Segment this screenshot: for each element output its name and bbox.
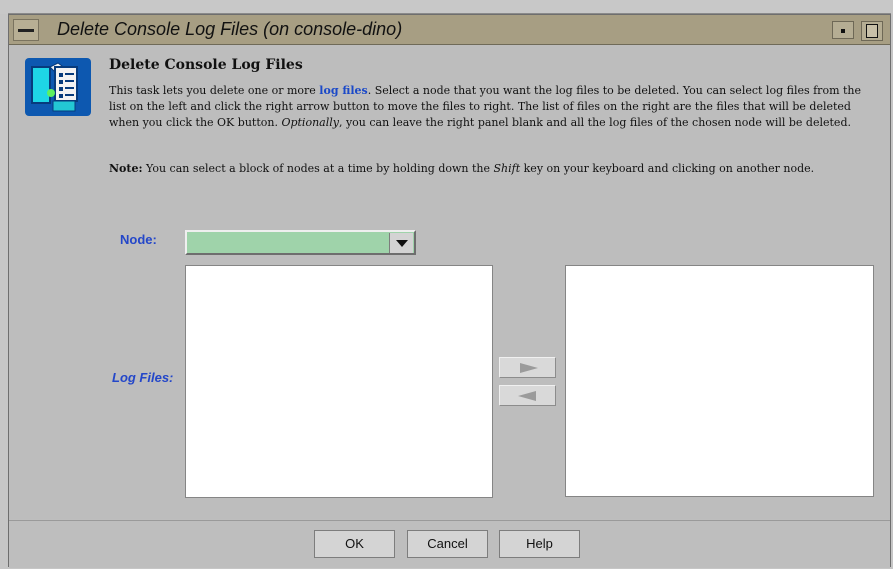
log-files-label: Log Files: [112, 370, 174, 385]
task-description: This task lets you delete one or more lo… [109, 83, 874, 131]
note-label: Note: [109, 162, 143, 175]
note-text: Note: You can select a block of nodes at… [109, 162, 889, 175]
cancel-button[interactable]: Cancel [407, 530, 488, 558]
dialog-footer: OK Cancel Help [9, 520, 890, 568]
minimize-button[interactable] [832, 21, 854, 39]
node-label: Node: [120, 232, 157, 247]
note-suffix: key on your keyboard and clicking on ano… [520, 162, 815, 175]
system-menu-button[interactable] [13, 19, 39, 41]
move-right-button[interactable] [499, 357, 556, 378]
node-dropdown[interactable] [185, 230, 416, 255]
help-button[interactable]: Help [499, 530, 580, 558]
selected-log-files-list[interactable] [565, 265, 874, 497]
log-files-link[interactable]: log files [319, 84, 367, 97]
chevron-down-icon[interactable] [389, 233, 413, 253]
available-log-files-list[interactable] [185, 265, 493, 498]
window-titlebar: Delete Console Log Files (on console-din… [9, 15, 890, 45]
log-files-icon [25, 58, 91, 116]
node-input[interactable] [193, 235, 387, 254]
arrow-left-icon [518, 391, 536, 401]
task-heading: Delete Console Log Files [109, 57, 303, 73]
move-left-button[interactable] [499, 385, 556, 406]
delete-console-log-files-window: Delete Console Log Files (on console-din… [8, 14, 891, 568]
description-prefix: This task lets you delete one or more [109, 84, 320, 97]
description-suffix: , you can leave the right panel blank an… [338, 116, 851, 129]
maximize-button[interactable] [861, 21, 883, 41]
window-frame-top [0, 0, 893, 14]
ok-button[interactable]: OK [314, 530, 395, 558]
arrow-right-icon [520, 363, 538, 373]
note-prefix: You can select a block of nodes at a tim… [142, 162, 494, 175]
dialog-content: Delete Console Log Files This task lets … [9, 45, 890, 519]
window-title: Delete Console Log Files (on console-din… [57, 19, 403, 39]
shift-key-text: Shift [493, 162, 521, 175]
optional-word: Optionally [281, 116, 339, 129]
